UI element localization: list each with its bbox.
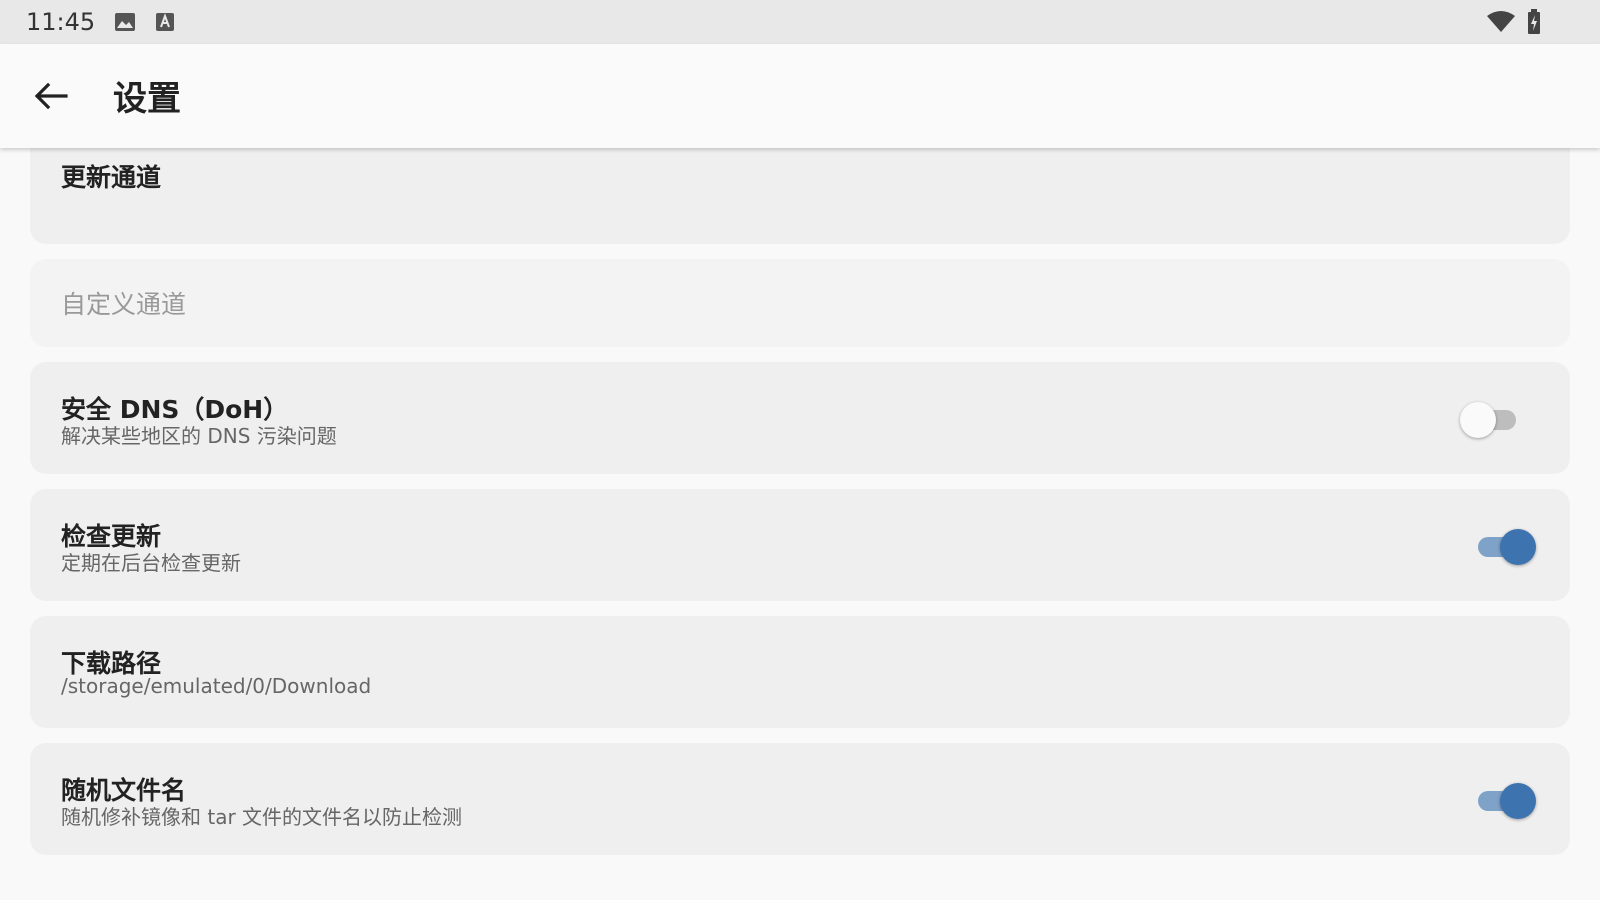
setting-download-path[interactable]: 下载路径 /storage/emulated/0/Download — [30, 616, 1570, 728]
setting-subtitle: 定期在后台检查更新 — [61, 551, 241, 575]
setting-subtitle: /storage/emulated/0/Download — [61, 674, 372, 698]
page-title: 设置 — [113, 79, 181, 119]
setting-check-updates[interactable]: 检查更新 定期在后台检查更新 — [30, 489, 1570, 601]
battery-charging-icon — [1528, 9, 1540, 34]
status-time: 11:45 — [26, 8, 96, 36]
setting-random-filename[interactable]: 随机文件名 随机修补镜像和 tar 文件的文件名以防止检测 — [30, 743, 1570, 855]
setting-title: 自定义通道 — [61, 290, 187, 319]
wifi-icon — [1487, 11, 1515, 32]
setting-secure-dns[interactable]: 安全 DNS（DoH） 解决某些地区的 DNS 污染问题 — [30, 362, 1570, 474]
setting-update-channel[interactable]: 更新通道 — [30, 148, 1570, 244]
settings-list[interactable]: 更新通道 自定义通道 安全 DNS（DoH） 解决某些地区的 DNS 污染问题 … — [0, 148, 1600, 900]
setting-subtitle: 解决某些地区的 DNS 污染问题 — [61, 424, 337, 448]
image-icon — [115, 13, 135, 31]
setting-custom-channel[interactable]: 自定义通道 — [30, 259, 1570, 347]
check-updates-toggle[interactable] — [1472, 525, 1536, 565]
setting-title: 更新通道 — [61, 163, 162, 192]
toggle-thumb — [1500, 783, 1536, 819]
setting-subtitle: 随机修补镜像和 tar 文件的文件名以防止检测 — [61, 805, 463, 829]
random-filename-toggle[interactable] — [1472, 779, 1536, 819]
arrow-left-icon — [34, 82, 68, 110]
text-a-icon — [156, 13, 174, 31]
toggle-thumb — [1500, 529, 1536, 565]
status-bar: 11:45 — [0, 0, 1600, 44]
back-button[interactable] — [30, 74, 74, 118]
secure-dns-toggle[interactable] — [1460, 398, 1524, 438]
app-bar: 设置 — [0, 44, 1600, 148]
toggle-thumb — [1460, 402, 1496, 438]
